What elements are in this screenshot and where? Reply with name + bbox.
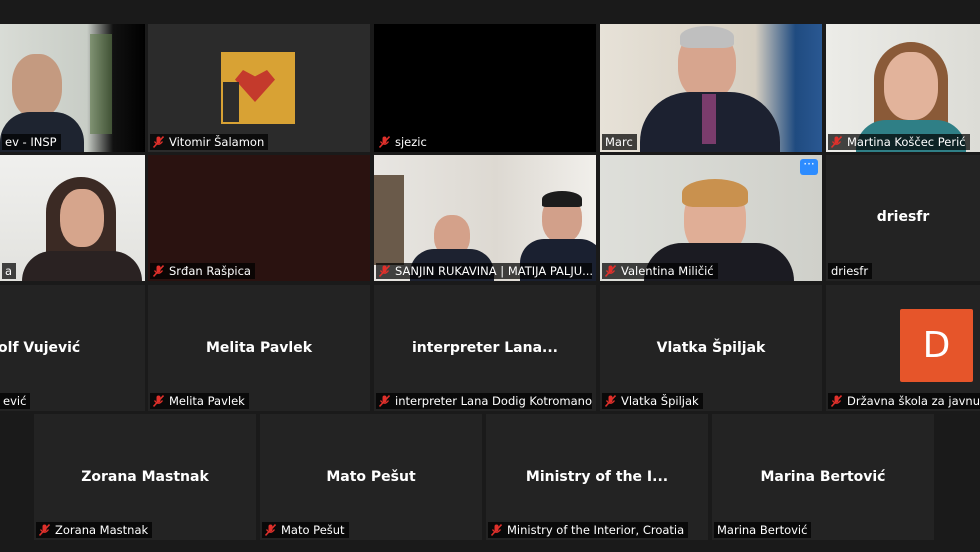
participant-name-tag: sjezic	[376, 134, 431, 150]
participant-display-name: Melita Pavlek	[205, 340, 313, 356]
participant-name-tag: Srđan Rašpica	[150, 263, 255, 279]
mic-muted-icon	[153, 136, 164, 148]
mic-muted-icon	[153, 395, 164, 407]
participant-name-tag: Marina Bertović	[714, 522, 812, 538]
mic-muted-icon	[379, 136, 390, 148]
mic-muted-icon	[605, 265, 616, 277]
participant-name-tag: Ministry of the Interior, Croatia	[488, 522, 689, 538]
participant-name: driesfr	[831, 264, 869, 278]
participant-name-tag: SANJIN RUKAVINA | MATIJA PALJU...	[376, 263, 592, 279]
video-tile-vujevic[interactable]: dolf Vujević ević	[0, 285, 145, 411]
participant-name: Valentina Miličić	[621, 264, 714, 278]
video-tile-marina[interactable]: Marina Bertović Marina Bertović	[712, 414, 934, 540]
participant-name-tag: Marc	[602, 134, 637, 150]
participant-name: Marc	[605, 135, 633, 149]
video-feed	[826, 24, 980, 152]
participant-name: Martina Koščec Perić	[847, 135, 966, 149]
video-tile-valentina[interactable]: ··· Valentina Miličić	[600, 155, 822, 281]
participant-name: Marina Bertović	[717, 523, 808, 537]
participant-name: sjezic	[395, 135, 427, 149]
video-tile-martina[interactable]: Martina Koščec Perić	[826, 24, 980, 152]
participant-display-name: Vlatka Špiljak	[656, 340, 766, 356]
participant-name: Ministry of the Interior, Croatia	[507, 523, 685, 537]
more-options-icon[interactable]: ···	[800, 158, 818, 175]
video-feed	[600, 24, 822, 152]
avatar: D	[900, 309, 973, 382]
participant-name-tag: driesfr	[828, 263, 873, 279]
participant-display-name: interpreter Lana...	[412, 340, 558, 356]
mic-muted-icon	[39, 524, 50, 536]
mic-muted-icon	[379, 395, 390, 407]
video-tile-sanjin-matija[interactable]: SANJIN RUKAVINA | MATIJA PALJU...	[374, 155, 596, 281]
mic-muted-icon	[491, 524, 502, 536]
participant-display-name: Marina Bertović	[760, 469, 886, 485]
video-tile-insp[interactable]: ev - INSP	[0, 24, 145, 152]
participant-name-tag: ević	[0, 393, 31, 409]
participant-name-tag: Zorana Mastnak	[36, 522, 153, 538]
participant-name-tag: Državna škola za javnu up	[828, 393, 980, 409]
participant-name-tag: interpreter Lana Dodig Kotromano...	[376, 393, 592, 409]
mic-muted-icon	[831, 395, 842, 407]
participant-name-tag: Vlatka Špiljak	[602, 393, 703, 409]
video-tile-mato[interactable]: Mato Pešut Mato Pešut	[260, 414, 482, 540]
participant-name: Državna škola za javnu up	[847, 394, 980, 408]
participant-display-name: Mato Pešut	[326, 469, 416, 485]
participant-name: Mato Pešut	[281, 523, 345, 537]
participant-name-tag: Melita Pavlek	[150, 393, 249, 409]
participant-name: SANJIN RUKAVINA | MATIJA PALJU...	[395, 264, 592, 278]
participant-name: ev - INSP	[5, 135, 57, 149]
video-tile-melita[interactable]: Melita Pavlek Melita Pavlek	[148, 285, 370, 411]
mic-muted-icon	[379, 265, 390, 277]
participant-name: interpreter Lana Dodig Kotromano...	[395, 394, 592, 408]
video-tile-zorana[interactable]: Zorana Mastnak Zorana Mastnak	[34, 414, 256, 540]
video-tile-ministry-interior[interactable]: Ministry of the I... Ministry of the Int…	[486, 414, 708, 540]
video-tile-drzavna-skola[interactable]: D Državna škola za javnu up	[826, 285, 980, 411]
participant-display-name: dolf Vujević	[0, 340, 81, 356]
video-tile-srdjan[interactable]: Srđan Rašpica	[148, 155, 370, 281]
participant-name: ević	[3, 394, 27, 408]
mic-muted-icon	[265, 524, 276, 536]
video-tile-vlatka[interactable]: Vlatka Špiljak Vlatka Špiljak	[600, 285, 822, 411]
video-feed	[0, 24, 145, 152]
video-tile-a[interactable]: a	[0, 155, 145, 281]
participant-name-tag: Vitomir Šalamon	[150, 134, 269, 150]
participant-name-tag: Valentina Miličić	[602, 263, 718, 279]
participant-name: Vitomir Šalamon	[169, 135, 265, 149]
participant-name: a	[5, 264, 13, 278]
video-tile-sjezic[interactable]: sjezic	[374, 24, 596, 152]
participant-name: Vlatka Špiljak	[621, 394, 699, 408]
mic-muted-icon	[831, 136, 842, 148]
participant-name-tag: Martina Koščec Perić	[828, 134, 970, 150]
mic-muted-icon	[605, 395, 616, 407]
video-tile-marc[interactable]: Marc	[600, 24, 822, 152]
video-tile-vitomir[interactable]: Vitomir Šalamon	[148, 24, 370, 152]
mic-muted-icon	[153, 265, 164, 277]
video-tile-interpreter-lana[interactable]: interpreter Lana... interpreter Lana Dod…	[374, 285, 596, 411]
participant-name-tag: Mato Pešut	[262, 522, 349, 538]
participant-display-name: Zorana Mastnak	[81, 469, 209, 485]
participant-name: Zorana Mastnak	[55, 523, 149, 537]
participant-name-tag: ev - INSP	[2, 134, 61, 150]
participant-name-tag: a	[2, 263, 17, 279]
participant-display-name: Ministry of the I...	[525, 469, 669, 485]
participant-display-name: driesfr	[876, 209, 930, 225]
participant-name: Srđan Rašpica	[169, 264, 251, 278]
video-feed	[0, 155, 145, 281]
profile-picture	[221, 52, 295, 124]
video-tile-driesfr[interactable]: driesfr driesfr	[826, 155, 980, 281]
participant-name: Melita Pavlek	[169, 394, 245, 408]
